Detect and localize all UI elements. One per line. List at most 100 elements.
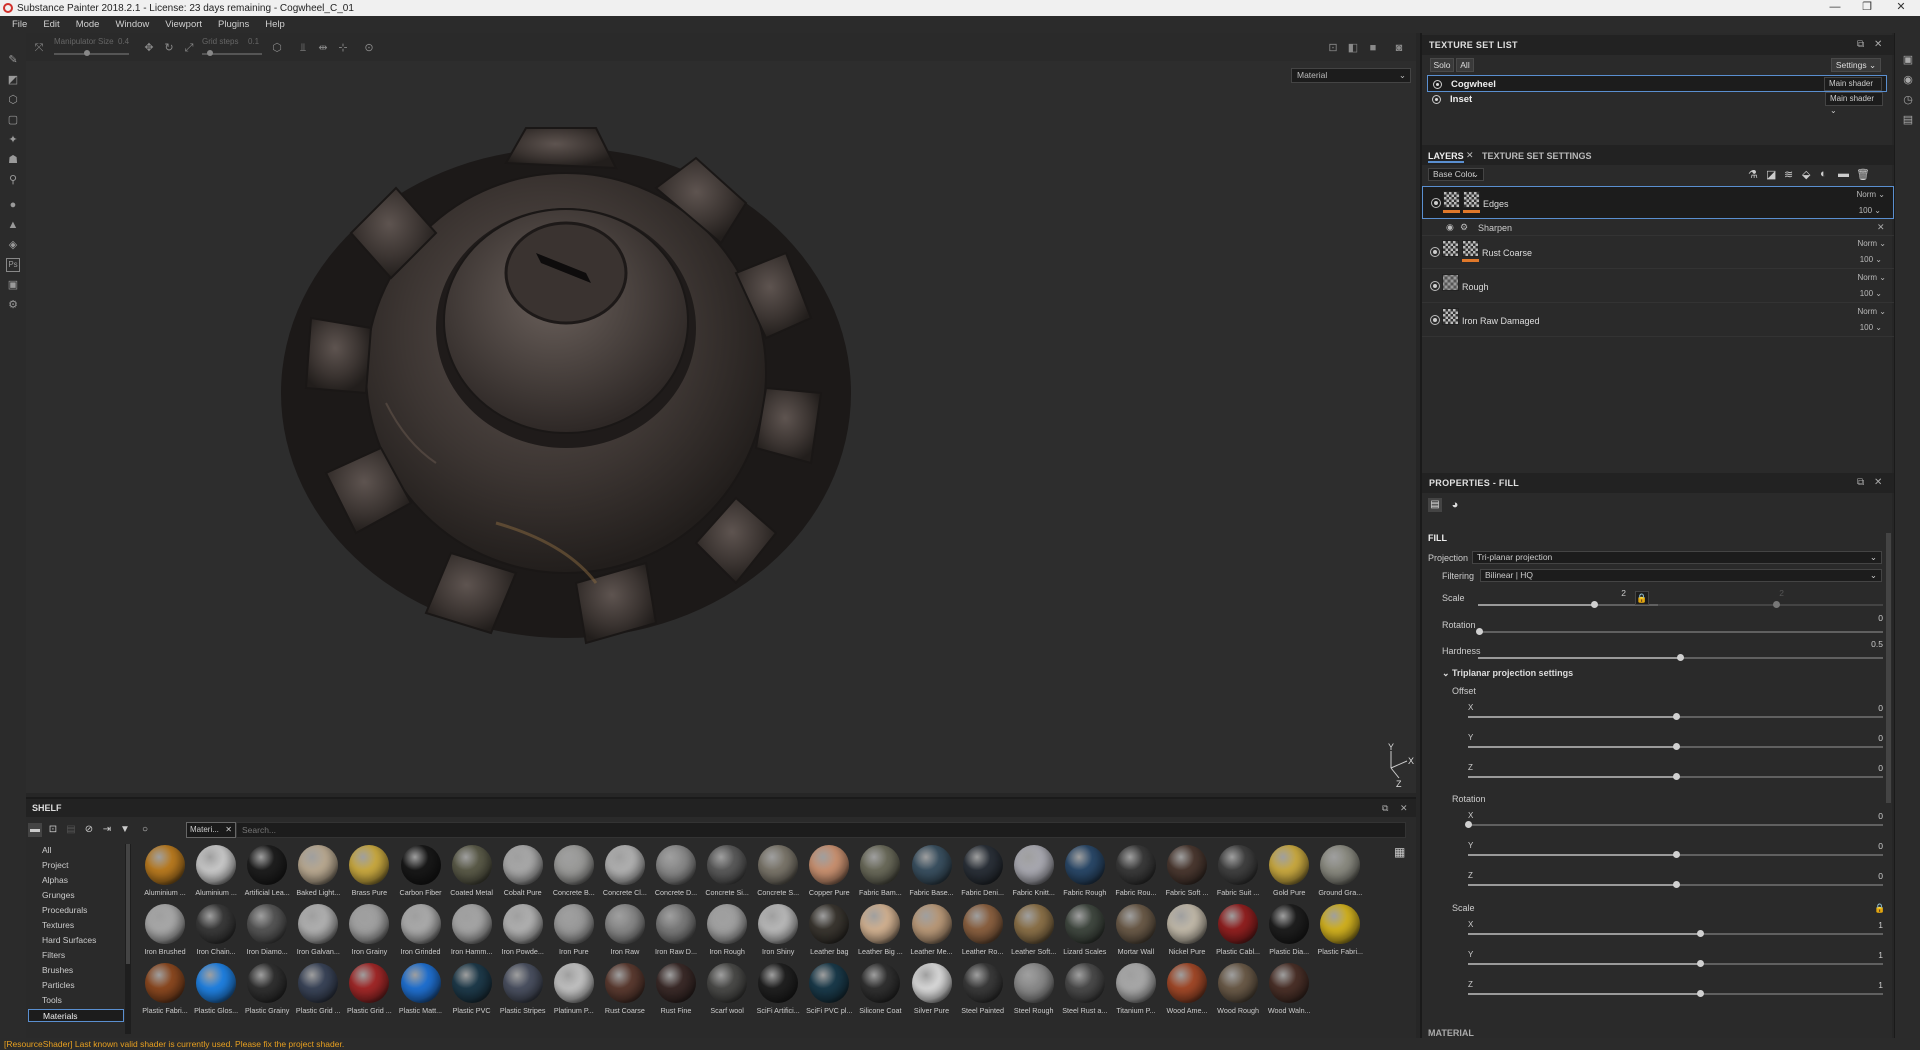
filter-icon[interactable]: ▼ [118, 823, 132, 837]
material-thumbnail[interactable]: Mortar Wall [1111, 904, 1161, 962]
solo-button[interactable]: Solo [1430, 58, 1454, 72]
world-space-icon[interactable]: ⬡ [270, 41, 284, 55]
menu-edit[interactable]: Edit [35, 19, 67, 30]
undock-icon[interactable]: ⧉ [1857, 473, 1864, 493]
3d-view-icon[interactable]: ◧ [1346, 41, 1360, 55]
settings-gear-icon[interactable]: ⚙ [6, 298, 20, 312]
2d-view-icon[interactable]: ⊡ [1326, 41, 1340, 55]
axis-z-value[interactable]: 1 [1853, 980, 1883, 990]
tab-texture-set-settings[interactable]: TEXTURE SET SETTINGS [1482, 151, 1592, 161]
material-thumbnail[interactable]: Plastic Grid ... [344, 963, 394, 1021]
material-thumbnail[interactable]: Concrete Cl... [600, 845, 650, 903]
import-icon[interactable]: ⇥ [100, 823, 114, 837]
material-thumbnail[interactable]: Leather bag [804, 904, 854, 962]
material-thumbnail[interactable]: Ground Gra... [1315, 845, 1365, 903]
shelf-category-hard-surfaces[interactable]: Hard Surfaces [28, 934, 124, 947]
material-thumbnail[interactable]: Iron Diamo... [242, 904, 292, 962]
axis-y-slider[interactable] [1468, 743, 1883, 750]
effect-sharpen[interactable]: ◉ ⚙ Sharpen ✕ [1422, 220, 1894, 236]
material-thumbnail[interactable]: Plastic Grainy [242, 963, 292, 1021]
material-thumbnail[interactable]: Gold Pure [1264, 845, 1314, 903]
opacity-value[interactable]: 100 ⌄ [1860, 323, 1882, 332]
axis-y-slider[interactable] [1468, 960, 1883, 967]
particle-icon[interactable]: ▲ [6, 218, 20, 232]
visibility-eye-icon[interactable] [1430, 281, 1440, 291]
display-settings-icon[interactable]: ◉ [1901, 73, 1915, 87]
axis-y-value[interactable]: 0 [1853, 733, 1883, 743]
material-thumbnail[interactable]: Fabric Suit ... [1213, 845, 1263, 903]
material-thumbnail[interactable]: Fabric Bam... [855, 845, 905, 903]
visibility-eye-icon[interactable] [1430, 247, 1440, 257]
shelf-category-all[interactable]: All [28, 844, 124, 857]
material-thumbnail[interactable]: Iron Grainy [344, 904, 394, 962]
screenshot-icon[interactable]: ◙ [1392, 41, 1406, 55]
material-thumbnail[interactable]: Leather Ro... [958, 904, 1008, 962]
categories-scrollbar[interactable] [125, 844, 131, 1034]
paint-brush-icon[interactable]: ✎ [6, 53, 20, 67]
shelf-category-alphas[interactable]: Alphas [28, 874, 124, 887]
bake-icon[interactable]: ◈ [6, 238, 20, 252]
material-thumbnail[interactable]: Steel Painted [958, 963, 1008, 1021]
material-thumbnail[interactable]: Plastic Dia... [1264, 904, 1314, 962]
texture-set-list-icon[interactable]: ▣ [1901, 53, 1915, 67]
menu-file[interactable]: File [4, 19, 35, 30]
tab-layers[interactable]: LAYERS [1428, 151, 1464, 163]
add-paint-layer-icon[interactable]: ⬙ [1802, 168, 1810, 181]
material-thumbnail[interactable]: Concrete B... [549, 845, 599, 903]
undock-icon[interactable]: ⧉ [1382, 799, 1388, 817]
material-thumbnail[interactable]: Plastic Stripes [498, 963, 548, 1021]
blend-mode-dropdown[interactable]: Norm ⌄ [1858, 307, 1887, 316]
axis-y-slider[interactable] [1468, 851, 1883, 858]
shelf-category-filters[interactable]: Filters [28, 949, 124, 962]
undock-icon[interactable]: ⧉ [1857, 35, 1864, 55]
layer-rust-coarse[interactable]: Rust Coarse Norm ⌄ 100 ⌄ [1422, 236, 1894, 269]
snap-icon[interactable]: ⫫ [296, 41, 310, 55]
visibility-eye-icon[interactable] [1431, 198, 1441, 208]
material-thumbnail[interactable]: Cobalt Pure [498, 845, 548, 903]
material-thumbnail[interactable]: Carbon Fiber [396, 845, 446, 903]
settings-button[interactable]: Settings ⌄ [1831, 58, 1881, 72]
display-mode-dropdown[interactable]: Material ⌄ [1291, 68, 1411, 83]
axis-y-value[interactable]: 0 [1853, 841, 1883, 851]
rotation-slider[interactable] [1476, 628, 1883, 635]
clone-icon[interactable]: ⚲ [6, 173, 20, 187]
reset-icon[interactable]: ⊙ [362, 41, 376, 55]
scale-slider-v[interactable] [1658, 601, 1883, 608]
material-thumbnail[interactable]: Baked Light... [293, 845, 343, 903]
material-thumbnail[interactable]: Plastic Glos... [191, 963, 241, 1021]
layer-edges[interactable]: Edges Norm ⌄ 100 ⌄ [1422, 186, 1894, 219]
material-thumbnail[interactable]: Fabric Soft ... [1162, 845, 1212, 903]
material-thumbnail[interactable]: Fabric Deni... [958, 845, 1008, 903]
filtering-dropdown[interactable]: Bilinear | HQ ⌄ [1480, 569, 1882, 582]
projection-dropdown[interactable]: Tri-planar projection ⌄ [1472, 551, 1882, 564]
material-thumbnail[interactable]: Aluminium ... [191, 845, 241, 903]
material-thumbnail[interactable]: Plastic Fabri... [140, 963, 190, 1021]
material-thumbnail[interactable]: Silicone Coat [855, 963, 905, 1021]
material-thumbnail[interactable]: Fabric Rou... [1111, 845, 1161, 903]
channel-dropdown[interactable]: Base Color ⌄ [1428, 168, 1484, 181]
opacity-value[interactable]: 100 ⌄ [1859, 206, 1881, 215]
layer-rough[interactable]: Rough Norm ⌄ 100 ⌄ [1422, 270, 1894, 303]
eraser-icon[interactable]: ◩ [6, 73, 20, 87]
material-thumbnail[interactable]: Iron Raw D... [651, 904, 701, 962]
material-thumbnail[interactable]: Scarf wool [702, 963, 752, 1021]
export-icon[interactable]: ▣ [6, 278, 20, 292]
camera-icon[interactable]: ■ [1366, 41, 1380, 55]
material-thumbnail[interactable]: Iron Brushed [140, 904, 190, 962]
shelf-search-input[interactable] [236, 822, 1406, 838]
axis-z-slider[interactable] [1468, 881, 1883, 888]
smudge-icon[interactable]: ☗ [6, 153, 20, 167]
material-thumbnail[interactable]: Coated Metal [447, 845, 497, 903]
material-thumbnail[interactable]: Lizard Scales [1060, 904, 1110, 962]
polygon-fill-icon[interactable]: ✦ [6, 133, 20, 147]
material-thumbnail[interactable]: Copper Pure [804, 845, 854, 903]
material-thumbnail[interactable]: Titanium P... [1111, 963, 1161, 1021]
axis-x-value[interactable]: 1 [1853, 920, 1883, 930]
hardness-value[interactable]: 0.5 [1853, 639, 1883, 649]
shelf-category-particles[interactable]: Particles [28, 979, 124, 992]
shelf-category-textures[interactable]: Textures [28, 919, 124, 932]
material-thumbnail[interactable]: Plastic Grid ... [293, 963, 343, 1021]
preset-icon[interactable]: ○ [138, 823, 152, 837]
save-icon[interactable]: ▤ [64, 823, 78, 837]
scale-value[interactable]: 2 [1596, 588, 1626, 598]
